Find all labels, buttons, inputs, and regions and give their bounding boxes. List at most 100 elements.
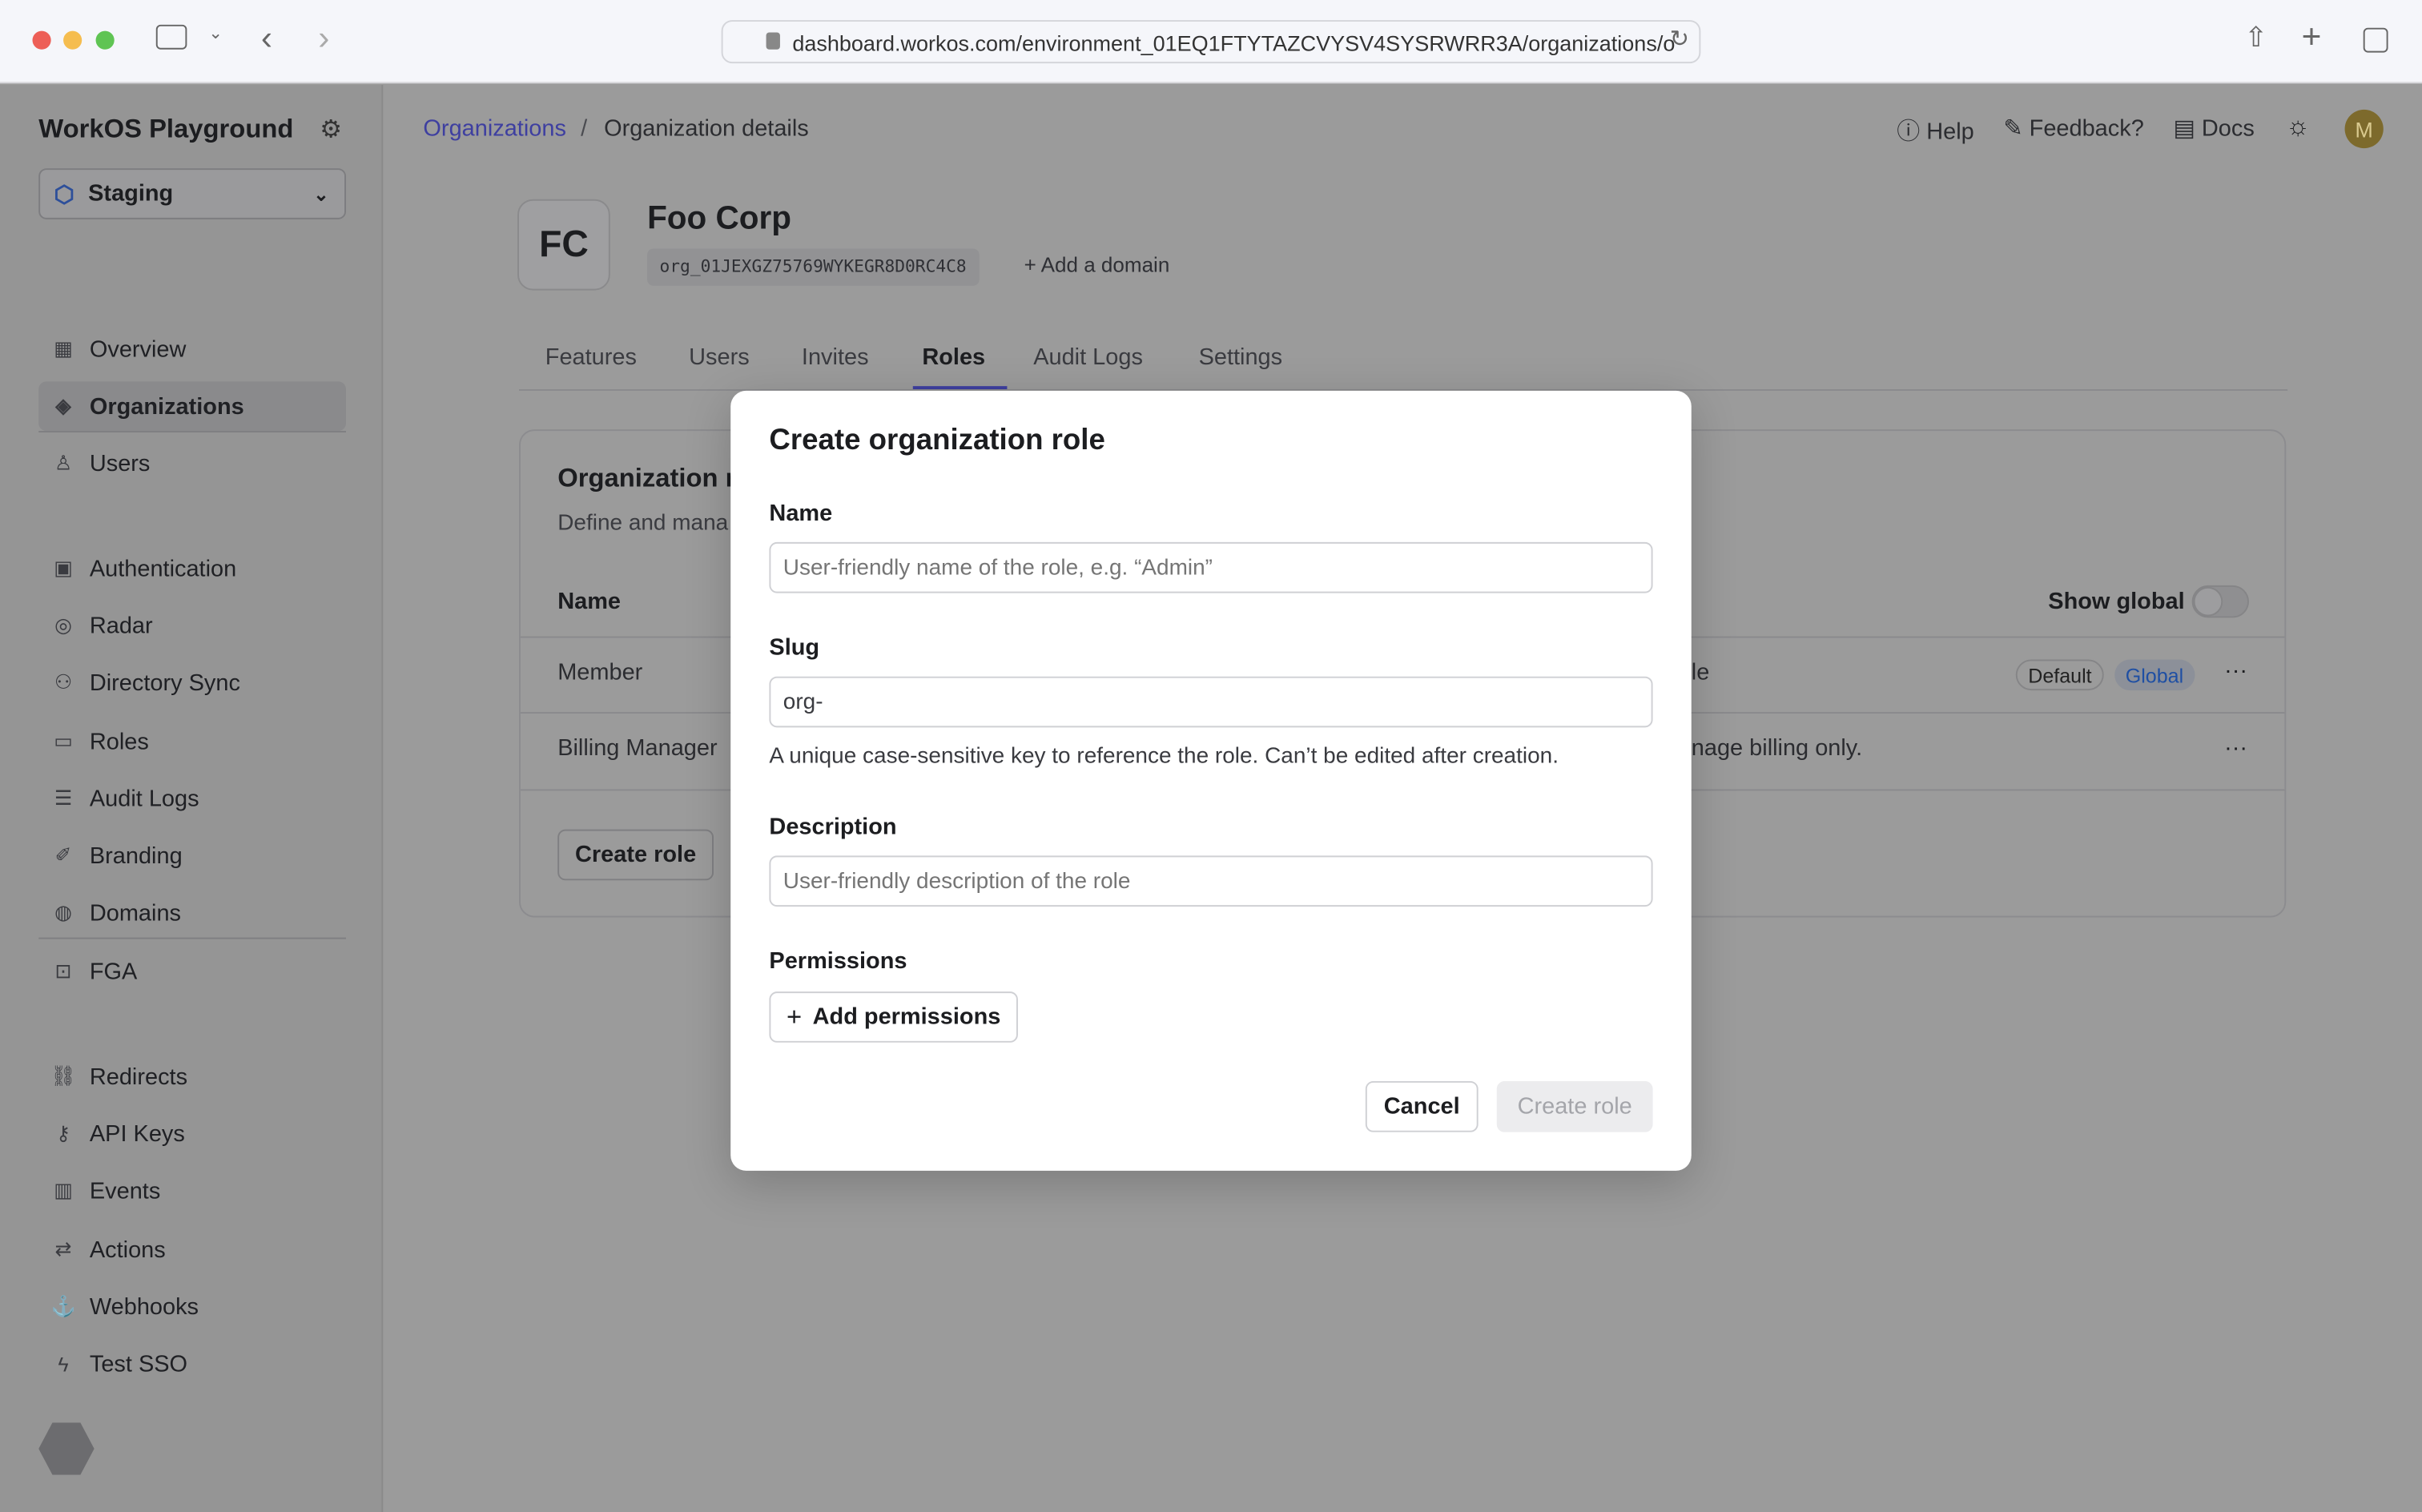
settings-gear-icon[interactable]: ⚙: [320, 115, 342, 146]
show-global-toggle[interactable]: [2191, 585, 2249, 618]
tab-audit-logs[interactable]: Audit Logs: [1033, 344, 1143, 371]
app-title: WorkOS Playground: [38, 114, 294, 144]
grid-icon: ▦: [54, 336, 73, 360]
lock-icon: [766, 32, 780, 50]
sidebar-item-label: Audit Logs: [89, 785, 199, 812]
column-header-name: Name: [557, 588, 622, 615]
sidebar-item-label: Overview: [89, 336, 187, 363]
users-icon: ⚇: [54, 670, 73, 694]
edit-icon: ✎: [2003, 115, 2030, 143]
row-more-icon[interactable]: ···: [2224, 735, 2247, 762]
row-more-icon[interactable]: ···: [2224, 658, 2247, 685]
sidebar-item-authentication[interactable]: ▣ Authentication: [38, 544, 346, 593]
feedback-label: Feedback?: [2029, 115, 2144, 143]
create-role-dialog: Create organization role Name Slug A uni…: [730, 390, 1692, 1171]
sidebar-item-label: Test SSO: [89, 1350, 188, 1377]
docs-link[interactable]: ▤ Docs: [2173, 115, 2254, 143]
radar-icon: ◎: [54, 613, 73, 637]
reload-icon[interactable]: ↻: [1670, 25, 1689, 53]
layers-icon: ◈: [55, 393, 71, 417]
sidebar-toggle-icon[interactable]: [155, 24, 187, 50]
global-badge: Global: [2114, 659, 2195, 691]
description-label: Description: [769, 814, 897, 841]
help-label: Help: [1926, 119, 1974, 146]
sidebar-item-label: Directory Sync: [89, 670, 240, 696]
sidebar-item-label: Authentication: [89, 555, 237, 582]
role-description: nage billing only.: [1691, 734, 1863, 762]
back-icon[interactable]: ‹: [261, 18, 272, 58]
sidebar-divider: [38, 431, 346, 432]
show-global-label: Show global: [2048, 588, 2185, 615]
sidebar-item-directory-sync[interactable]: ⚇ Directory Sync: [38, 658, 346, 708]
environment-selector[interactable]: ⬡ Staging ⌄: [38, 168, 346, 219]
role-description: le: [1691, 659, 1710, 686]
forward-icon[interactable]: ›: [318, 18, 329, 58]
sidebar-item-label: FGA: [89, 958, 138, 985]
new-tab-icon[interactable]: +: [2302, 17, 2322, 57]
events-icon: ▥: [54, 1178, 73, 1202]
name-input[interactable]: [769, 541, 1653, 593]
theme-sun-icon[interactable]: ☼: [2286, 111, 2310, 143]
close-window-button[interactable]: [32, 30, 51, 50]
sidebar-item-api-keys[interactable]: ⚷ API Keys: [38, 1109, 346, 1159]
create-role-button-bg[interactable]: Create role: [557, 829, 714, 881]
bolt-icon: ϟ: [58, 1352, 69, 1376]
add-domain-label: Add a domain: [1040, 253, 1170, 277]
tab-roles[interactable]: Roles: [922, 344, 985, 371]
browser-toolbar: ⌄ ‹ › dashboard.workos.com/environment_0…: [0, 0, 2422, 84]
tab-features[interactable]: Features: [545, 344, 637, 371]
sidebar-item-branding[interactable]: ✐ Branding: [38, 831, 346, 881]
avatar[interactable]: M: [2344, 109, 2384, 149]
breadcrumb-current: Organization details: [604, 115, 809, 143]
sidebar-item-users[interactable]: ♙ Users: [38, 439, 346, 489]
help-link[interactable]: ⓘ Help: [1897, 115, 1973, 147]
sidebar-item-webhooks[interactable]: ⚓ Webhooks: [38, 1282, 346, 1332]
chevron-down-icon[interactable]: ⌄: [208, 23, 223, 43]
tab-users[interactable]: Users: [689, 344, 750, 371]
role-name-billing-manager: Billing Manager: [557, 734, 718, 762]
sidebar-item-audit-logs[interactable]: ☰ Audit Logs: [38, 774, 346, 823]
sidebar-item-label: Domains: [89, 899, 182, 927]
org-id[interactable]: org_01JEXGZ75769WYKEGR8D0RC4C8: [647, 248, 980, 286]
slug-help-text: A unique case-sensitive key to reference…: [769, 744, 1559, 770]
sidebar-item-label: Radar: [89, 612, 153, 639]
sidebar-item-label: Redirects: [89, 1063, 188, 1090]
sidebar-item-test-sso[interactable]: ϟ Test SSO: [38, 1339, 346, 1389]
sidebar-item-overview[interactable]: ▦ Overview: [38, 324, 346, 374]
maximize-window-button[interactable]: [95, 30, 115, 50]
auth-icon: ▣: [54, 556, 73, 580]
sidebar-item-events[interactable]: ▥ Events: [38, 1166, 346, 1216]
sidebar-item-roles[interactable]: ▭ Roles: [38, 717, 346, 766]
breadcrumb-organizations-link[interactable]: Organizations: [423, 116, 566, 143]
tab-invites[interactable]: Invites: [802, 344, 869, 371]
chevron-down-icon: ⌄: [313, 183, 329, 205]
sidebar-item-organizations[interactable]: ◈ Organizations: [38, 381, 346, 432]
dialog-title: Create organization role: [769, 424, 1105, 457]
document-icon: ▤: [2173, 115, 2202, 143]
plus-icon: +: [1024, 253, 1041, 277]
add-domain-button[interactable]: + Add a domain: [1024, 253, 1170, 276]
sidebar-item-radar[interactable]: ◎ Radar: [38, 601, 346, 650]
cancel-button[interactable]: Cancel: [1365, 1080, 1479, 1132]
org-avatar: FC: [517, 199, 610, 291]
slug-input[interactable]: [769, 676, 1653, 728]
description-input[interactable]: [769, 855, 1653, 907]
docs-label: Docs: [2201, 115, 2255, 143]
role-name-member: Member: [557, 659, 643, 686]
tabs-overview-icon[interactable]: [2363, 27, 2388, 53]
sidebar-item-domains[interactable]: ◍ Domains: [38, 888, 346, 938]
sidebar-item-fga[interactable]: ⊡ FGA: [38, 947, 346, 996]
sidebar-item-redirects[interactable]: ⛓ Redirects: [38, 1052, 346, 1101]
minimize-window-button[interactable]: [63, 30, 82, 50]
webhook-icon: ⚓: [50, 1294, 76, 1318]
create-role-button[interactable]: Create role: [1496, 1080, 1653, 1132]
feedback-link[interactable]: ✎ Feedback?: [2003, 115, 2143, 143]
sidebar-item-label: Webhooks: [89, 1293, 199, 1320]
address-bar[interactable]: dashboard.workos.com/environment_01EQ1FT…: [721, 20, 1701, 64]
sidebar: WorkOS Playground ⚙ ⬡ Staging ⌄ ▦ Overview…: [0, 85, 384, 1512]
sidebar-item-actions[interactable]: ⇄ Actions: [38, 1224, 346, 1274]
share-icon[interactable]: ⇧: [2244, 22, 2267, 54]
sidebar-item-label: Roles: [89, 728, 149, 755]
add-permissions-button[interactable]: + Add permissions: [769, 991, 1018, 1043]
tab-settings[interactable]: Settings: [1199, 344, 1283, 371]
